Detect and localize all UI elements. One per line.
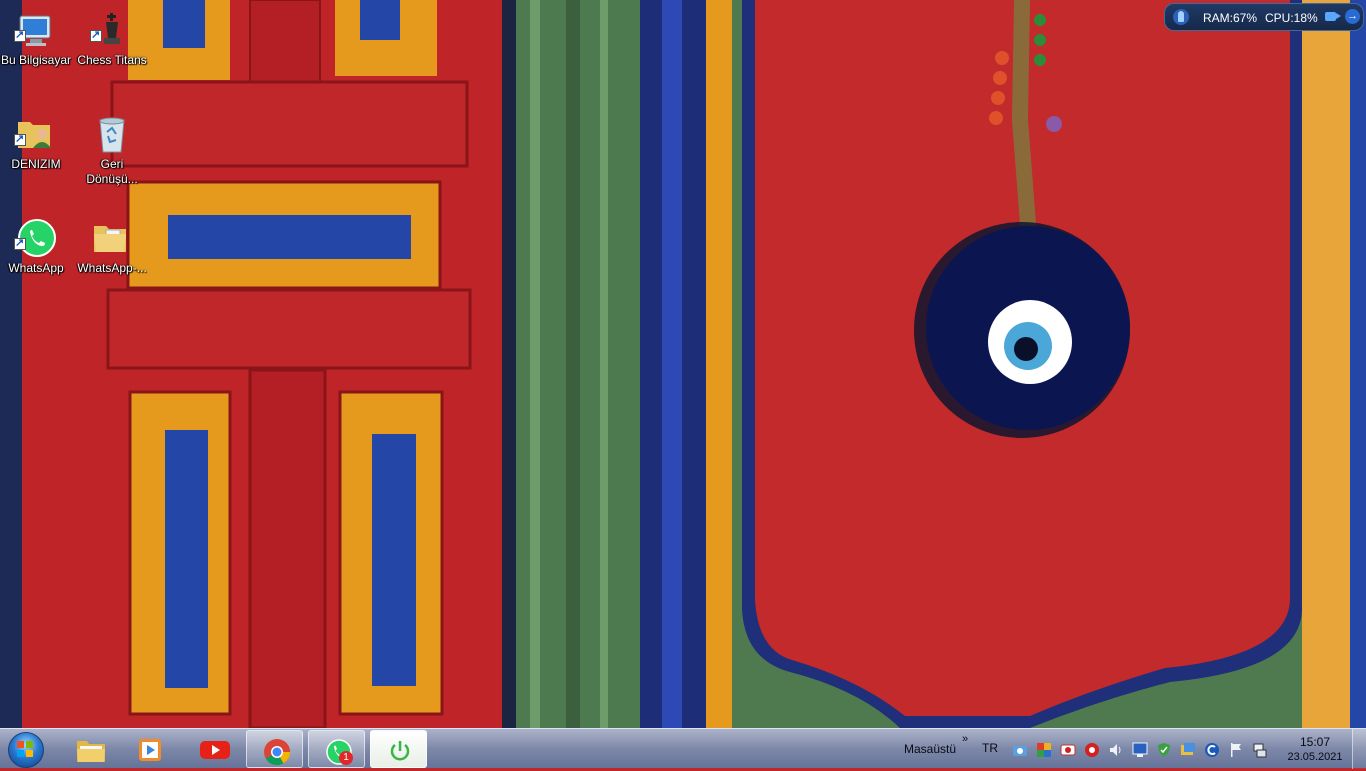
taskbar-chrome[interactable]: [246, 730, 303, 768]
folder-icon: [92, 218, 132, 258]
language-indicator[interactable]: TR: [982, 741, 998, 755]
arrow-right-icon[interactable]: →: [1345, 9, 1360, 24]
shortcut-arrow-icon: [14, 132, 26, 146]
media-player-icon: [136, 737, 162, 761]
desktop-icon-label: Geri Dönüşü...: [86, 157, 138, 186]
desktop-icon-chess-titans[interactable]: Chess Titans: [76, 0, 148, 96]
youtube-icon: [200, 737, 230, 761]
shield-check-icon[interactable]: [1156, 742, 1172, 758]
desktop-icon-recycle-bin[interactable]: Geri Dönüşü...: [76, 104, 148, 200]
camera-tray-icon[interactable]: [1012, 742, 1028, 758]
taskbar: 1 Masaüstü » TR 15:07 23.05.2021: [0, 728, 1366, 769]
shortcut-arrow-icon: [14, 28, 26, 42]
desktop-icon-label: DENIZIM: [11, 157, 61, 171]
desktop-icon-label: WhatsApp-...: [77, 261, 147, 275]
taskbar-power-app[interactable]: [370, 730, 427, 768]
desktop-icon-denizim[interactable]: DENIZIM: [0, 104, 72, 200]
ram-usage: RAM:67%: [1203, 11, 1258, 25]
shortcut-arrow-icon: [90, 28, 102, 42]
power-app-icon: [387, 738, 413, 762]
ccleaner-tray-icon[interactable]: [1204, 742, 1220, 758]
volume-icon[interactable]: [1108, 742, 1124, 758]
video-camera-icon[interactable]: [1325, 12, 1341, 21]
desktop-wallpaper: [0, 0, 1366, 728]
desktop-icon-whatsapp[interactable]: WhatsApp: [0, 208, 72, 304]
rocket-icon[interactable]: [1173, 9, 1189, 25]
notification-badge: 1: [339, 751, 353, 765]
recycle-bin-icon: [92, 114, 132, 154]
system-monitor-widget[interactable]: RAM:67% CPU:18% →: [1164, 3, 1364, 31]
desktop-icon-this-pc[interactable]: Bu Bilgisayar: [0, 0, 72, 96]
desktop-icon-whatsapp-folder[interactable]: WhatsApp-...: [76, 208, 148, 304]
wallpaper-door-image: [0, 0, 1366, 728]
taskbar-whatsapp[interactable]: 1: [308, 730, 365, 768]
chrome-icon: [263, 738, 291, 766]
blocks-tray-icon[interactable]: [1036, 742, 1052, 758]
network-connection-icon[interactable]: [1252, 742, 1268, 758]
taskbar-file-explorer[interactable]: [60, 730, 117, 768]
antivirus-tray-icon[interactable]: [1084, 742, 1100, 758]
action-center-flag-icon[interactable]: [1228, 742, 1244, 758]
toolbar-overflow-chevron[interactable]: »: [962, 733, 968, 745]
windows-logo-icon: [17, 741, 33, 757]
shortcut-arrow-icon: [14, 236, 26, 250]
desktop-icon-label: WhatsApp: [8, 261, 64, 275]
clock-time[interactable]: 15:07: [1290, 735, 1340, 749]
file-explorer-icon: [76, 737, 105, 762]
update-tray-icon[interactable]: [1180, 742, 1196, 758]
network-tray-icon[interactable]: [1132, 742, 1148, 758]
cpu-usage: CPU:18%: [1265, 11, 1318, 25]
taskbar-youtube[interactable]: [184, 730, 241, 768]
record-tray-icon[interactable]: [1060, 742, 1076, 758]
start-button[interactable]: [6, 731, 46, 768]
desktop-icon-label: Chess Titans: [77, 53, 147, 67]
taskbar-media-player[interactable]: [120, 730, 177, 768]
show-desktop-button[interactable]: [1352, 729, 1366, 769]
clock-date[interactable]: 23.05.2021: [1283, 751, 1347, 763]
desktop-toolbar-label[interactable]: Masaüstü: [904, 742, 956, 756]
desktop-icon-label: Bu Bilgisayar: [0, 53, 72, 67]
